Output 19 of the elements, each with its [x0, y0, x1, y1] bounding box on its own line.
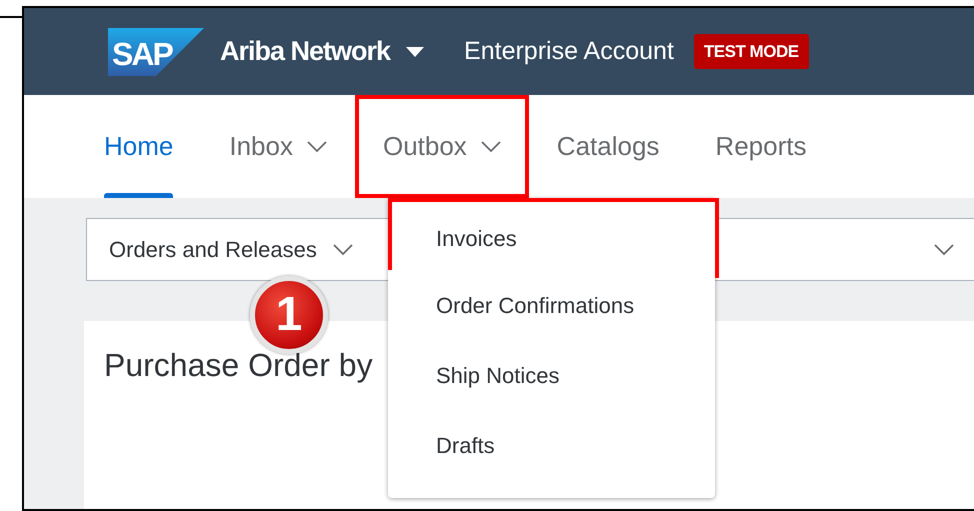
- product-menu[interactable]: Ariba Network: [220, 31, 424, 72]
- account-name: Enterprise Account: [464, 36, 674, 67]
- filter-dropdown[interactable]: Orders and Releases: [86, 218, 377, 281]
- chevron-down-icon: [306, 140, 327, 152]
- menu-item[interactable]: Drafts: [388, 410, 715, 480]
- nav-tab[interactable]: Inbox: [201, 95, 355, 198]
- nav-tab[interactable]: Outbox: [354, 95, 529, 198]
- nav-tab[interactable]: Catalogs: [528, 95, 688, 198]
- chevron-down-icon: [332, 244, 353, 256]
- nav-tab[interactable]: Home: [76, 95, 202, 198]
- menu-item[interactable]: Order Confirmations: [388, 270, 715, 340]
- chevron-down-icon: [934, 244, 954, 256]
- menu-item[interactable]: Invoices: [388, 198, 719, 278]
- logo: SAP: [108, 28, 204, 76]
- nav-tab[interactable]: Reports: [687, 95, 834, 198]
- chevron-down-icon: [480, 140, 501, 152]
- test-mode-badge: TEST MODE: [694, 34, 809, 70]
- caret-icon: [406, 46, 424, 56]
- menu-item[interactable]: Ship Notices: [388, 340, 715, 410]
